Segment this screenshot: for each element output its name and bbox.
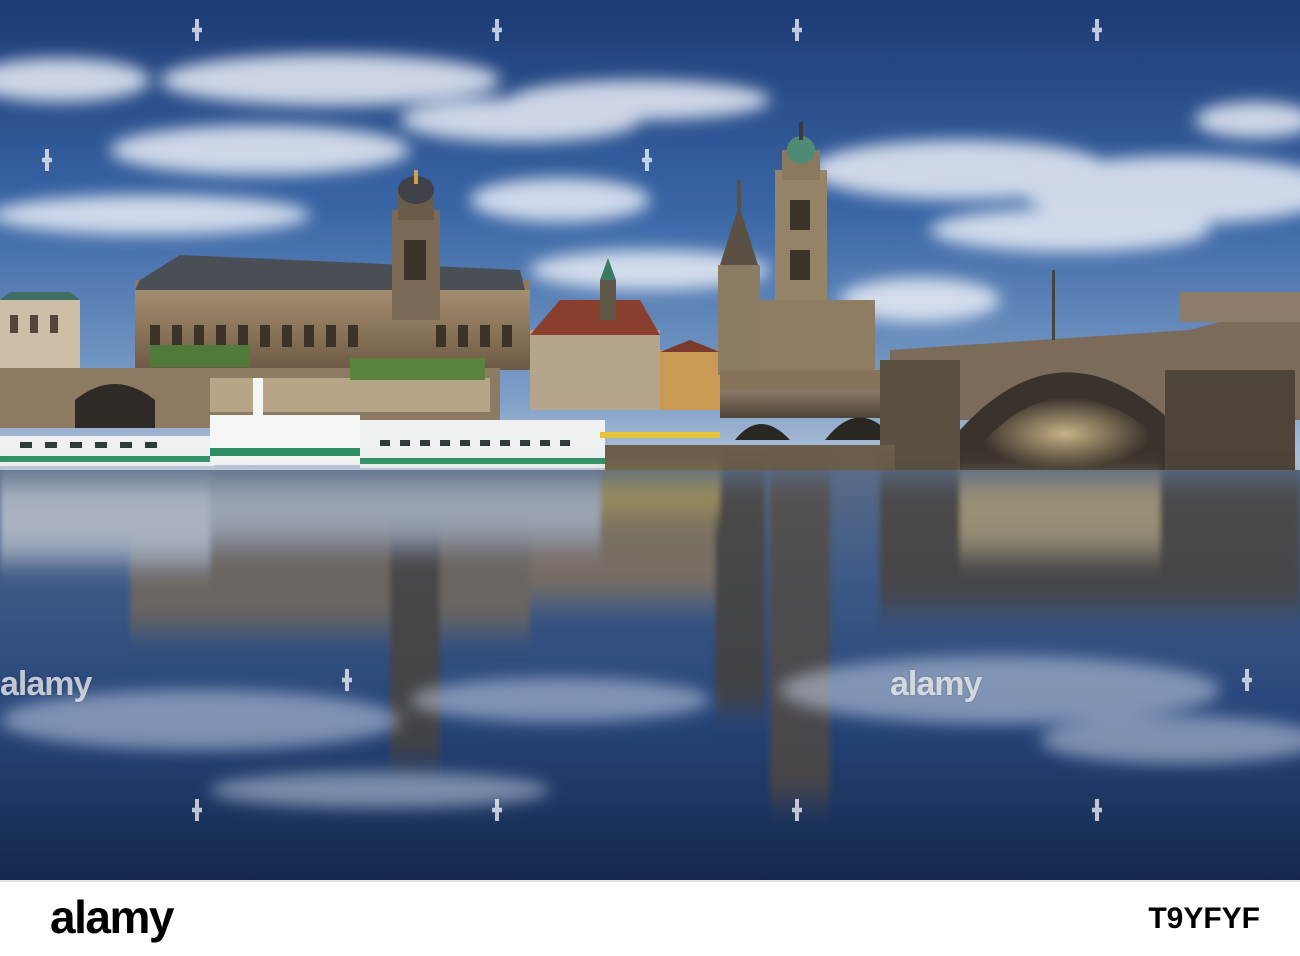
- dresden-photo: alamy alamy alamy: [0, 0, 1300, 880]
- alamy-logo: alamy: [50, 891, 174, 943]
- footer-bar: alamy T9YFYF: [0, 880, 1300, 956]
- watermark-right: alamy: [890, 665, 982, 704]
- left-building: [0, 292, 80, 375]
- watermark-text: alamy: [440, 280, 531, 319]
- image-code: T9YFYF: [1148, 902, 1260, 935]
- watermark-left: alamy: [0, 665, 92, 704]
- photo-canvas: [0, 0, 1300, 880]
- footer-divider: [0, 880, 1300, 882]
- watermark-text: alamy: [0, 665, 92, 703]
- watermark-text: alamy: [890, 665, 982, 703]
